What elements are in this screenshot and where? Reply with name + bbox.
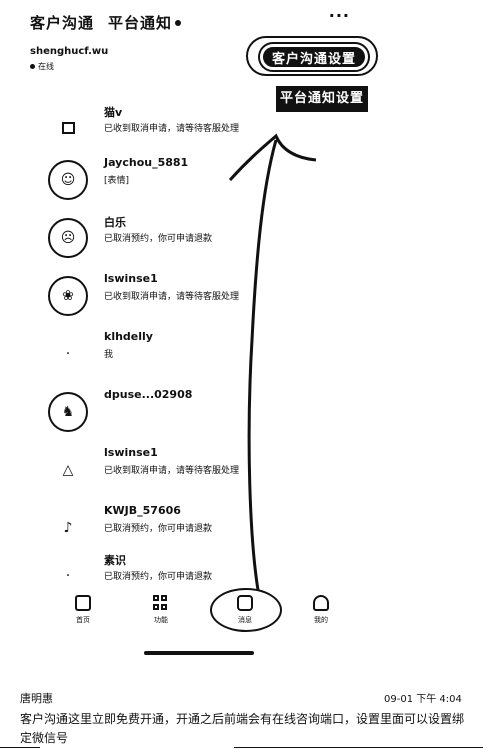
tab-platform-notice[interactable]: 平台通知 <box>108 12 182 33</box>
tab-home-label: 首页 <box>76 616 90 624</box>
conversation-preview: 我 <box>104 350 114 360</box>
top-tabs: 客户沟通 平台通知 ··· <box>30 6 360 34</box>
person-icon <box>313 595 329 611</box>
conversation-preview: 已收到取消申请，请等待客服处理 <box>104 292 240 302</box>
account-name: shenghucf.wu <box>30 46 109 57</box>
unread-dot <box>175 20 182 26</box>
list-item[interactable]: ☺ Jaychou_5881 [表情] <box>20 148 365 210</box>
message-sender: 唐明惠 <box>20 692 53 705</box>
conversation-name: 猫v <box>104 106 123 119</box>
tab-home[interactable]: 首页 <box>58 595 108 625</box>
online-status: 在线 <box>30 61 54 72</box>
tab-mine[interactable]: 我的 <box>296 595 346 625</box>
avatar <box>48 108 88 148</box>
conversation-name: lswinse1 <box>104 446 158 459</box>
conversation-name: dpuse...02908 <box>104 388 193 401</box>
avatar: ☹ <box>48 218 88 258</box>
conversation-name: 素识 <box>104 554 126 567</box>
avatar: ♞ <box>48 392 88 432</box>
tab-mine-label: 我的 <box>314 616 328 624</box>
annotation-circle <box>210 588 282 632</box>
avatar: ❀ <box>48 276 88 316</box>
online-status-label: 在线 <box>38 62 54 71</box>
bottom-tab-bar: 首页 功能 消息 我的 <box>20 595 365 635</box>
avatar: · <box>48 334 88 374</box>
conversation-name: lswinse1 <box>104 272 158 285</box>
avatar: · <box>48 556 88 596</box>
avatar: ☺ <box>48 160 88 200</box>
divider <box>0 747 40 748</box>
conversation-name: 白乐 <box>104 216 126 229</box>
message-time: 09-01 下午 4:04 <box>384 694 462 705</box>
grid-icon <box>153 595 169 611</box>
tab-platform-notice-label: 平台通知 <box>108 14 173 32</box>
phone-screenshot: 客户沟通 平台通知 ··· shenghucf.wu 在线 客户沟通设置 平台通… <box>20 0 378 660</box>
conversation-name: klhdelly <box>104 330 153 343</box>
divider <box>234 747 483 748</box>
list-item[interactable]: ☹ 白乐 已取消预约，你可申请退款 <box>20 206 365 268</box>
more-menu-button[interactable]: ··· <box>329 6 350 25</box>
list-item[interactable]: ❀ lswinse1 已收到取消申请，请等待客服处理 <box>20 264 365 326</box>
conversation-preview: 已取消预约，你可申请退款 <box>104 572 213 582</box>
list-item[interactable]: △ lswinse1 已收到取消申请，请等待客服处理 <box>20 438 365 500</box>
avatar: △ <box>48 450 88 490</box>
conversation-preview: 已收到取消申请，请等待客服处理 <box>104 124 240 134</box>
conversation-preview: 已取消预约，你可申请退款 <box>104 234 213 244</box>
home-icon <box>75 595 91 611</box>
tab-customer-communication[interactable]: 客户沟通 <box>30 12 94 33</box>
conversation-preview: [表情] <box>104 176 130 186</box>
list-item[interactable]: · klhdelly 我 <box>20 322 365 384</box>
tab-functions[interactable]: 功能 <box>136 595 186 625</box>
conversation-name: KWJB_57606 <box>104 504 181 517</box>
customer-settings-button[interactable]: 客户沟通设置 <box>260 44 368 70</box>
list-item[interactable]: ♞ dpuse...02908 <box>20 380 365 442</box>
status-dot-icon <box>30 64 35 69</box>
avatar: ♪ <box>48 508 88 548</box>
conversation-preview: 已收到取消申请，请等待客服处理 <box>104 466 240 476</box>
conversation-preview: 已取消预约，你可申请退款 <box>104 524 213 534</box>
home-indicator <box>144 651 254 655</box>
message-body: 客户沟通这里立即免费开通，开通之后前端会有在线咨询端口，设置里面可以设置绑定微信… <box>20 712 465 745</box>
tab-functions-label: 功能 <box>154 616 168 624</box>
conversation-name: Jaychou_5881 <box>104 156 189 169</box>
